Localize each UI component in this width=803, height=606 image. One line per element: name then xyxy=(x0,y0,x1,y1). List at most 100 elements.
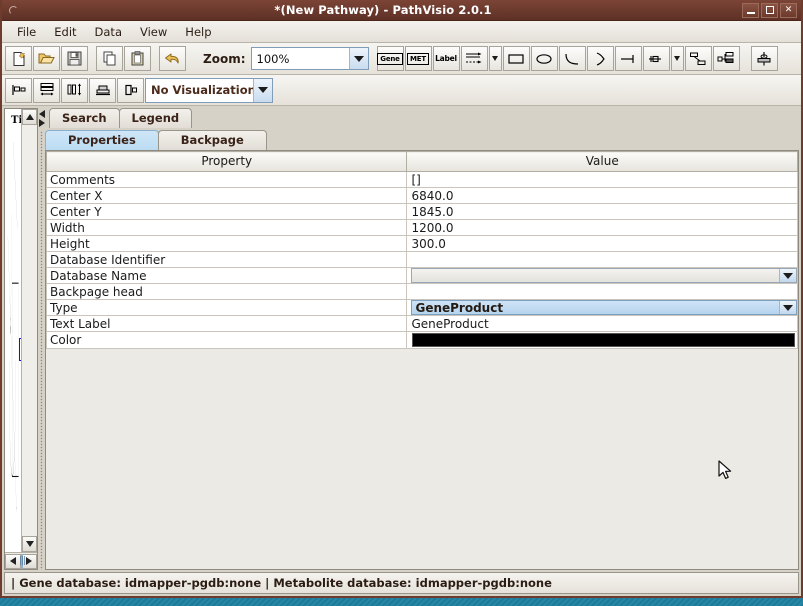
pathway-connectors xyxy=(7,141,19,513)
metabolite-tool[interactable]: MET xyxy=(404,46,432,71)
property-value-height[interactable]: 300.0 xyxy=(406,235,798,252)
table-row[interactable]: Width 1200.0 xyxy=(46,219,798,236)
table-row[interactable]: Database Name xyxy=(46,267,798,284)
property-value-database-identifier[interactable] xyxy=(406,251,798,268)
table-row[interactable]: Comments [] xyxy=(46,171,798,188)
brace-tool[interactable] xyxy=(586,46,614,71)
label-tool[interactable]: Label xyxy=(432,46,460,71)
new-pathway-button[interactable] xyxy=(5,46,32,71)
menu-file[interactable]: File xyxy=(8,23,45,41)
align-bottom-button[interactable] xyxy=(89,77,116,103)
table-row[interactable]: Color xyxy=(46,331,798,349)
align-side-button[interactable] xyxy=(117,77,144,103)
property-value-backpage-head[interactable] xyxy=(406,283,798,300)
chevron-down-icon[interactable] xyxy=(779,301,796,314)
arc-tool[interactable] xyxy=(558,46,586,71)
type-combo[interactable]: GeneProduct xyxy=(411,300,797,315)
collapse-right-icon[interactable] xyxy=(38,119,45,127)
line-tbar-icon xyxy=(621,54,634,63)
scroll-down-button[interactable] xyxy=(22,536,37,552)
menu-help[interactable]: Help xyxy=(176,23,220,41)
window-icon xyxy=(8,5,18,15)
property-value-text-label[interactable]: GeneProduct xyxy=(406,315,798,332)
chevron-down-icon[interactable] xyxy=(779,269,796,282)
pathway-canvas[interactable]: Title: New Pathway SOFTPEDIA xyxy=(5,109,21,552)
interaction-tool[interactable] xyxy=(684,46,712,71)
align-stack-button[interactable] xyxy=(33,77,60,103)
maximize-button[interactable] xyxy=(761,2,778,18)
property-name-width: Width xyxy=(46,219,408,236)
tab-legend[interactable]: Legend xyxy=(118,108,193,128)
database-name-combo[interactable] xyxy=(411,268,797,283)
line-tool[interactable] xyxy=(614,46,642,71)
canvas-vertical-scrollbar[interactable] xyxy=(21,109,37,552)
paste-button[interactable] xyxy=(124,46,151,71)
tab-properties[interactable]: Properties xyxy=(45,130,159,150)
canvas-horizontal-scrollbar[interactable]: ||| xyxy=(5,552,37,569)
label-icon: Label xyxy=(435,54,457,63)
close-button[interactable]: ✕ xyxy=(780,2,797,18)
property-value-comments[interactable]: [] xyxy=(406,171,798,188)
rectangle-icon xyxy=(508,53,524,64)
open-pathway-button[interactable] xyxy=(33,46,60,71)
gene-to-selected-line xyxy=(13,141,18,230)
triangle-left-icon xyxy=(10,557,16,565)
triangle xyxy=(258,87,268,93)
table-row[interactable]: Center Y 1845.0 xyxy=(46,203,798,220)
save-pathway-button[interactable] xyxy=(61,46,88,71)
rectangle-tool[interactable] xyxy=(502,46,530,71)
title-bar: *(New Pathway) - PathVisio 2.0.1 ✕ xyxy=(2,0,801,21)
substrate-node[interactable]: Substrate xyxy=(19,338,21,361)
chevron-down-icon[interactable] xyxy=(348,48,368,69)
collapse-left-icon[interactable] xyxy=(38,110,45,118)
menu-edit[interactable]: Edit xyxy=(45,23,85,41)
window-controls: ✕ xyxy=(742,2,801,18)
triangle-right-icon xyxy=(26,557,32,565)
tab-backpage[interactable]: Backpage xyxy=(157,130,267,150)
table-row[interactable]: Backpage head xyxy=(46,283,798,300)
splitter-grip[interactable] xyxy=(40,131,43,570)
align-columns-button[interactable] xyxy=(61,77,88,103)
tab-search[interactable]: Search xyxy=(49,108,120,128)
side-panel: Search Legend Properties Backpage Proper… xyxy=(45,108,799,570)
pane-splitter[interactable] xyxy=(38,108,45,570)
property-value-database-name[interactable] xyxy=(406,267,798,284)
receptor-tool[interactable] xyxy=(642,46,670,71)
scroll-up-button[interactable] xyxy=(22,109,37,125)
property-value-center-x[interactable]: 6840.0 xyxy=(406,187,798,204)
table-row[interactable]: Center X 6840.0 xyxy=(46,187,798,204)
table-row[interactable]: Database Identifier xyxy=(46,251,798,268)
table-row[interactable]: Text Label GeneProduct xyxy=(46,315,798,332)
oval-tool[interactable] xyxy=(530,46,558,71)
property-value-center-y[interactable]: 1845.0 xyxy=(406,203,798,220)
menu-data[interactable]: Data xyxy=(86,23,131,41)
line-style-dropdown[interactable] xyxy=(488,46,502,71)
cell-component-tool[interactable] xyxy=(750,46,778,71)
copy-button[interactable] xyxy=(96,46,123,71)
table-row[interactable]: Height 300.0 xyxy=(46,235,798,252)
window-menu-icon[interactable] xyxy=(2,0,24,20)
line-style-tool[interactable] xyxy=(460,46,488,71)
group-tool[interactable] xyxy=(712,46,740,71)
hscroll-thumb[interactable]: ||| xyxy=(18,553,26,569)
property-value-type[interactable]: GeneProduct xyxy=(406,299,798,316)
grip-icon: ||| xyxy=(18,556,26,566)
menu-view[interactable]: View xyxy=(131,23,176,41)
open-folder-icon xyxy=(38,53,55,64)
gene-product-tool[interactable]: Gene xyxy=(376,46,404,71)
table-row[interactable]: Type GeneProduct xyxy=(46,299,798,316)
zoom-combo[interactable]: 100% xyxy=(250,47,369,70)
receptor-dropdown[interactable] xyxy=(670,46,684,71)
color-swatch[interactable] xyxy=(412,333,795,347)
property-value-color[interactable] xyxy=(406,331,798,349)
align-left-button[interactable] xyxy=(5,77,32,103)
clipboard-icon xyxy=(131,51,144,66)
minimize-button[interactable] xyxy=(742,2,759,18)
chevron-down-icon[interactable] xyxy=(253,78,272,102)
vscroll-track[interactable] xyxy=(22,125,37,536)
property-value-width[interactable]: 1200.0 xyxy=(406,219,798,236)
visualization-combo[interactable]: No Visualization xyxy=(145,77,273,103)
menu-bar: File Edit Data View Help xyxy=(2,21,801,43)
undo-button[interactable] xyxy=(159,46,186,71)
triangle-up-icon xyxy=(25,114,34,120)
